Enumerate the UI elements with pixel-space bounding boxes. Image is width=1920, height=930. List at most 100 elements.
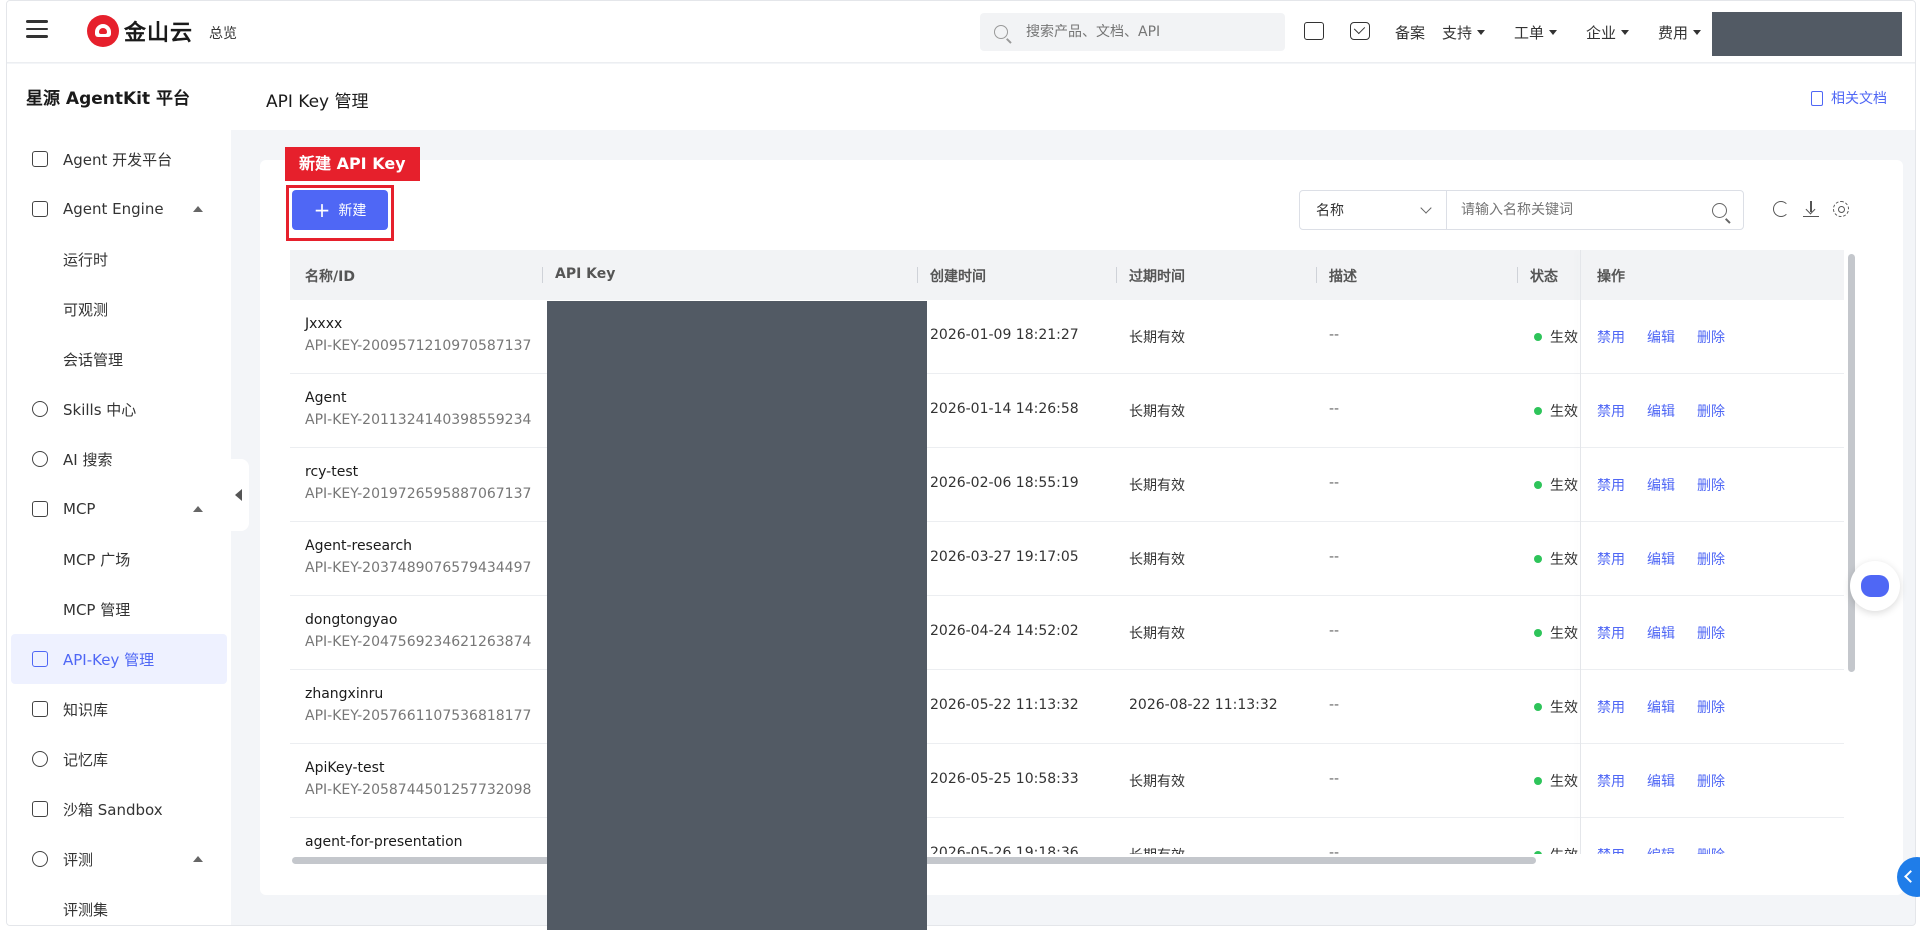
download-icon[interactable] xyxy=(1803,201,1819,217)
nav-ticket[interactable]: 工单 xyxy=(1514,22,1558,43)
description: -- xyxy=(1329,549,1340,565)
edit-button[interactable]: 编辑 xyxy=(1647,845,1675,854)
sidebar-item-memory[interactable]: 记忆库 xyxy=(11,734,227,784)
created-time: 2026-01-14 14:26:58 xyxy=(930,401,1079,417)
disable-button[interactable]: 禁用 xyxy=(1597,401,1625,421)
key-name: agent-for-presentation xyxy=(305,834,463,850)
sidebar-item-sandbox[interactable]: 沙箱 Sandbox xyxy=(11,784,227,834)
global-search-input[interactable] xyxy=(1026,24,1266,40)
expire-time: 长期有效 xyxy=(1129,404,1185,420)
delete-button[interactable]: 删除 xyxy=(1697,771,1725,791)
created-time: 2026-01-09 18:21:27 xyxy=(930,327,1079,343)
language-icon[interactable] xyxy=(1304,22,1324,40)
disable-button[interactable]: 禁用 xyxy=(1597,549,1625,569)
new-api-key-button[interactable]: + 新建 xyxy=(292,190,388,230)
description: -- xyxy=(1329,845,1340,854)
filter-search[interactable] xyxy=(1446,190,1744,230)
column-header-desc: 描述 xyxy=(1329,269,1357,285)
status-dot-icon xyxy=(1534,407,1542,415)
sidebar-item-api-key[interactable]: API-Key 管理 xyxy=(11,634,227,684)
sidebar-item-eval-set[interactable]: 评测集 xyxy=(11,884,227,925)
sidebar-item-observability[interactable]: 可观测 xyxy=(11,284,227,334)
sidebar-item-knowledge[interactable]: 知识库 xyxy=(11,684,227,734)
delete-button[interactable]: 删除 xyxy=(1697,475,1725,495)
nav-filing[interactable]: 备案 xyxy=(1395,22,1425,43)
expire-time: 长期有效 xyxy=(1129,774,1185,790)
edit-button[interactable]: 编辑 xyxy=(1647,549,1675,569)
nav-enterprise[interactable]: 企业 xyxy=(1586,22,1630,43)
sidebar-item-mcp-manage[interactable]: MCP 管理 xyxy=(11,584,227,634)
edit-button[interactable]: 编辑 xyxy=(1647,697,1675,717)
message-icon[interactable] xyxy=(1350,22,1370,40)
refresh-icon[interactable] xyxy=(1773,201,1789,217)
overview-link[interactable]: 总览 xyxy=(209,23,237,43)
sidebar-item-evaluation[interactable]: 评测 xyxy=(11,834,227,884)
redacted-account[interactable] xyxy=(1712,12,1902,56)
nav-support[interactable]: 支持 xyxy=(1442,22,1486,43)
delete-button[interactable]: 删除 xyxy=(1697,401,1725,421)
sidebar-item-runtime[interactable]: 运行时 xyxy=(11,234,227,284)
sidebar-item-skills[interactable]: Skills 中心 xyxy=(11,384,227,434)
key-id: API-KEY-2009571210970587137 xyxy=(305,338,532,354)
delete-button[interactable]: 删除 xyxy=(1697,845,1725,854)
table-row: agent-for-presentation 2026-05-26 19:18:… xyxy=(290,818,1844,854)
sidebar-item-agent-dev[interactable]: Agent 开发平台 xyxy=(11,134,227,184)
chevron-down-icon xyxy=(1477,30,1486,35)
sidebar-item-mcp-market[interactable]: MCP 广场 xyxy=(11,534,227,584)
edit-button[interactable]: 编辑 xyxy=(1647,623,1675,643)
sidebar-item-sessions[interactable]: 会话管理 xyxy=(11,334,227,384)
table-row: zhangxinru API-KEY-2057661107536818177 2… xyxy=(290,670,1844,744)
docs-link[interactable]: 相关文档 xyxy=(1811,88,1887,108)
edit-button[interactable]: 编辑 xyxy=(1647,475,1675,495)
edit-button[interactable]: 编辑 xyxy=(1647,771,1675,791)
sidebar-collapse-button[interactable] xyxy=(231,459,249,531)
brand-logo[interactable]: 金山云 xyxy=(87,15,193,47)
disable-button[interactable]: 禁用 xyxy=(1597,845,1625,854)
search-icon[interactable] xyxy=(1712,203,1727,218)
brand-name: 金山云 xyxy=(124,21,194,46)
table-row: ApiKey-test API-KEY-2058744501257732098 … xyxy=(290,744,1844,818)
top-bar: 金山云 总览 备案 支持 工单 企业 费用 xyxy=(7,1,1915,63)
edit-button[interactable]: 编辑 xyxy=(1647,401,1675,421)
sidebar-item-ai-search[interactable]: AI 搜索 xyxy=(11,434,227,484)
filter-keyword-input[interactable] xyxy=(1461,202,1701,218)
expire-time: 长期有效 xyxy=(1129,330,1185,346)
disable-button[interactable]: 禁用 xyxy=(1597,697,1625,717)
delete-button[interactable]: 删除 xyxy=(1697,327,1725,347)
description: -- xyxy=(1329,475,1340,491)
status-badge: 生效中 xyxy=(1550,478,1578,494)
chevron-down-icon xyxy=(1693,30,1702,35)
vertical-scrollbar[interactable] xyxy=(1848,254,1855,672)
delete-button[interactable]: 删除 xyxy=(1697,549,1725,569)
edit-button[interactable]: 编辑 xyxy=(1647,327,1675,347)
skills-icon xyxy=(32,401,48,417)
chevron-up-icon xyxy=(193,856,203,862)
created-time: 2026-04-24 14:52:02 xyxy=(930,623,1079,639)
disable-button[interactable]: 禁用 xyxy=(1597,771,1625,791)
delete-button[interactable]: 删除 xyxy=(1697,623,1725,643)
sidebar-item-mcp[interactable]: MCP xyxy=(11,484,227,534)
delete-button[interactable]: 删除 xyxy=(1697,697,1725,717)
ai-assistant-icon[interactable] xyxy=(1850,561,1900,611)
key-id: API-KEY-2047569234621263874 xyxy=(305,634,532,650)
settings-icon[interactable] xyxy=(1833,201,1849,217)
sidebar-item-agent-engine[interactable]: Agent Engine xyxy=(11,184,227,234)
table-row: Agent API-KEY-2011324140398559234 2026-0… xyxy=(290,374,1844,448)
global-search[interactable] xyxy=(980,13,1285,51)
created-time: 2026-05-22 11:13:32 xyxy=(930,697,1079,713)
disable-button[interactable]: 禁用 xyxy=(1597,623,1625,643)
filter-field-select[interactable]: 名称 xyxy=(1299,190,1447,230)
disable-button[interactable]: 禁用 xyxy=(1597,327,1625,347)
column-divider xyxy=(1316,267,1317,283)
plus-icon: + xyxy=(313,198,331,222)
menu-icon[interactable] xyxy=(26,20,48,40)
disable-button[interactable]: 禁用 xyxy=(1597,475,1625,495)
status-badge: 生效中 xyxy=(1550,404,1578,420)
created-time: 2026-05-26 19:18:36 xyxy=(930,845,1079,854)
status-dot-icon xyxy=(1534,851,1542,854)
search-icon xyxy=(32,451,48,467)
gauge-icon xyxy=(32,851,48,867)
status-dot-icon xyxy=(1534,333,1542,341)
nav-billing[interactable]: 费用 xyxy=(1658,22,1702,43)
column-divider xyxy=(1517,267,1518,283)
